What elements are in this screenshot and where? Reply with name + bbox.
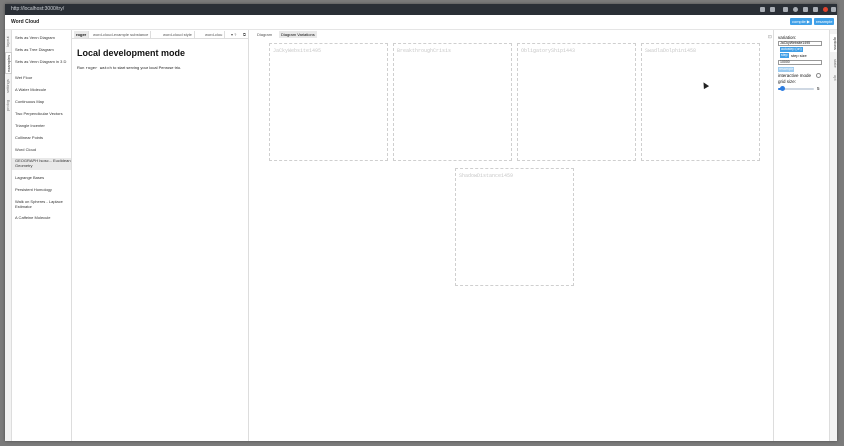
new-tab-icon[interactable]: ⧉ [241,31,248,38]
tab-style[interactable]: word-cloud style [161,31,195,38]
resample-button[interactable]: resample [814,18,835,25]
tab-layout[interactable]: layout [5,34,12,50]
example-item[interactable]: Lagrange Bases [12,175,71,181]
address-bar[interactable]: http://localhost:3000/try/ [11,5,64,14]
editor-tabs: roger word-cloud-example substance word-… [72,30,249,39]
browser-window: http://localhost:3000/try/ Word Cloud co… [5,4,837,441]
example-item[interactable]: Sets as Venn Diagram [12,35,71,41]
interactive-mode-label: interactive mode [778,73,812,78]
example-item[interactable]: Sets as Venn Diagram in 3 D [12,59,71,65]
local-description: Run roger watch to start serving your lo… [77,65,182,71]
browser-toolbar: http://localhost:3000/try/ [5,4,837,15]
variation-label: variation: [778,35,797,40]
example-item[interactable]: Wet Floor [12,75,71,81]
page-title: Local development mode [77,48,186,58]
variation-seed: JaCkyWebsite1495 [273,48,322,54]
example-item[interactable]: A Caffeine Molecule [12,215,71,221]
example-item[interactable]: Continuous Map [12,99,71,105]
example-item[interactable]: A Water Molecule [12,87,71,93]
tab-prolog[interactable]: prolog [5,97,12,113]
key-icon[interactable] [760,7,765,12]
example-item[interactable]: Two Perpendicular Vectors [12,111,71,117]
example-item[interactable]: Collinear Points [12,135,71,141]
app-title: Word Cloud [11,19,40,25]
grid-size-label: grid size: [778,79,797,84]
tab-opt[interactable]: opt [830,73,837,83]
example-item[interactable]: Persistent Homology [12,187,71,193]
left-tab-strip: layout examples settings prolog [5,30,12,441]
example-item[interactable]: Walk on Spheres - Laplace Estimator [12,199,71,209]
example-item-selected[interactable]: GEOGRAPH Isosc... Euclidean Geometry [12,158,71,170]
profile-icon[interactable] [793,7,798,12]
options-close-icon[interactable]: ⊡ [768,34,772,40]
grid-size-slider[interactable] [778,86,814,91]
record-icon[interactable] [823,7,828,12]
examples-sidebar: Sets as Venn Diagram Sets as Tree Diagra… [12,30,72,441]
app-header: Word Cloud compile ▶ resample [5,15,837,30]
grid-size-value: 5 [817,86,820,91]
tab-overflow-icon[interactable]: ▾ ? [229,31,238,38]
variation-seed: BreakthroughCrisis [397,48,452,54]
example-item[interactable]: Triangle Incenter [12,123,71,129]
interactive-mode-toggle[interactable] [816,73,821,78]
step-size-label: step size [791,53,807,58]
sidebar-icon[interactable] [783,7,788,12]
variation-card[interactable]: JaCkyWebsite1495 [269,43,388,161]
variation-card[interactable]: BreakthroughCrisis [393,43,512,161]
compile-button[interactable]: compile ▶ [790,18,812,25]
puzzle-icon[interactable] [813,7,818,12]
diagram-panel: Diagram Diagram Variations JaCkyWebsite1… [249,30,773,441]
right-tab-strip: options state opt [829,30,837,441]
tab-state[interactable]: state [830,56,837,70]
menu-icon[interactable] [831,7,836,12]
variation-card[interactable]: ObligatoryShip1443 [517,43,636,161]
step-button[interactable]: step [780,53,789,58]
tab-diagram-variations[interactable]: Diagram Variations [279,31,317,38]
variation-seed: ObligatoryShip1443 [521,48,576,54]
extension-icon[interactable] [770,7,775,12]
settings-icon[interactable] [803,7,808,12]
command-code: roger watch [85,67,112,71]
autostep-button[interactable]: autostep (on) [780,47,803,52]
tab-domain[interactable]: word-clou [203,31,226,38]
variation-seed: SwadlaDolphin1458 [645,48,697,54]
tab-substance[interactable]: word-cloud-example substance [91,31,152,38]
resample-small-button[interactable]: resample [778,67,795,72]
tab-examples[interactable]: examples [5,52,12,74]
step-size-input[interactable]: 10000 [778,60,822,65]
variation-seed: ShadowDistance1459 [459,173,514,179]
editor-pane: roger word-cloud-example substance word-… [72,30,249,441]
variation-input[interactable]: JaCkyWebsite1495 [778,41,822,46]
variation-card[interactable]: ShadowDistance1459 [455,168,574,286]
example-item[interactable]: Sets as Tree Diagram [12,47,71,53]
slider-thumb[interactable] [779,86,785,91]
tab-roger[interactable]: roger [74,31,90,38]
variation-card[interactable]: SwadlaDolphin1458 [641,43,760,161]
example-item[interactable]: Word Cloud [12,147,71,153]
tab-diagram[interactable]: Diagram [255,31,274,38]
options-panel: ⊡ variation: JaCkyWebsite1495 autostep (… [768,30,837,441]
tab-settings[interactable]: settings [5,77,12,95]
tab-options[interactable]: options [830,34,837,52]
